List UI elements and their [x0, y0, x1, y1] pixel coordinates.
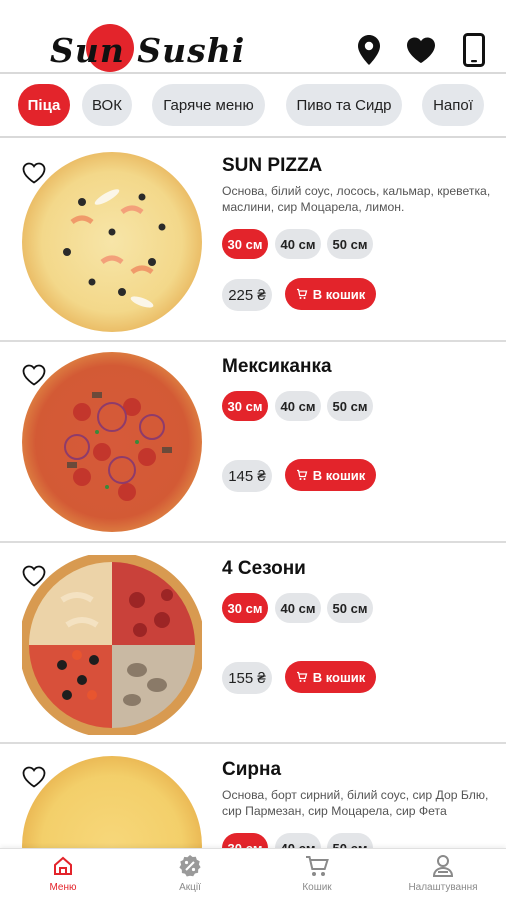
product-description: Основа, білий соус, лосось, кальмар, кре… — [222, 184, 491, 214]
product-card: Мексиканка 30 см 40 см 50 см 145 ₴ В кош… — [0, 342, 506, 543]
app-header: Sun Sushi — [0, 0, 506, 74]
bottom-navigation: Меню Акції Кошик Налаштування — [0, 848, 506, 900]
add-to-cart-button[interactable]: В кошик — [285, 278, 376, 310]
tab-pizza[interactable]: Піца — [18, 84, 70, 126]
heart-icon[interactable] — [405, 32, 437, 68]
nav-label: Налаштування — [408, 882, 478, 893]
add-to-cart-button[interactable]: В кошик — [285, 661, 376, 693]
size-option[interactable]: 50 см — [327, 593, 373, 623]
tab-drinks[interactable]: Напої — [422, 84, 484, 126]
nav-label: Кошик — [302, 882, 332, 893]
nav-settings[interactable]: Налаштування — [393, 853, 493, 899]
phone-icon[interactable] — [458, 32, 490, 68]
cart-icon — [304, 853, 330, 879]
location-pin-icon[interactable] — [353, 32, 385, 68]
nav-label: Акції — [179, 882, 201, 893]
cart-icon — [296, 469, 308, 480]
pizza-image[interactable] — [22, 152, 202, 332]
size-option[interactable]: 50 см — [327, 391, 373, 421]
nav-label: Меню — [49, 882, 77, 893]
add-to-cart-button[interactable]: В кошик — [285, 459, 376, 491]
size-option[interactable]: 50 см — [327, 229, 373, 259]
size-option[interactable]: 30 см — [222, 593, 268, 623]
product-name: Сирна — [222, 759, 282, 780]
cart-label: В кошик — [312, 467, 366, 483]
category-tabs: Піца ВОК Гаряче меню Пиво та Сидр Напої — [0, 76, 506, 138]
cart-label: В кошик — [312, 286, 366, 302]
product-price: 145 ₴ — [222, 460, 272, 492]
size-option[interactable]: 30 см — [222, 391, 268, 421]
cart-label: В кошик — [312, 669, 366, 685]
product-name: Мексиканка — [222, 356, 332, 377]
product-name: SUN PIZZA — [222, 155, 323, 176]
size-option[interactable]: 40 см — [275, 229, 321, 259]
user-settings-icon — [430, 853, 456, 879]
product-price: 155 ₴ — [222, 662, 272, 694]
product-card: Сирна Основа, борт сирний, білий соус, с… — [0, 744, 506, 900]
size-option[interactable]: 40 см — [275, 593, 321, 623]
size-option[interactable]: 30 см — [222, 229, 268, 259]
tab-beer-cider[interactable]: Пиво та Сидр — [286, 84, 402, 126]
cart-icon — [296, 288, 308, 299]
discount-badge-icon — [177, 853, 203, 879]
product-card: SUN PIZZA Основа, білий соус, лосось, ка… — [0, 140, 506, 342]
tab-wok[interactable]: ВОК — [82, 84, 132, 126]
product-description: Основа, борт сирний, білий соус, сир Дор… — [222, 788, 489, 818]
cart-icon — [296, 671, 308, 682]
pizza-image[interactable] — [22, 352, 202, 532]
product-card: 4 Сезони 30 см 40 см 50 см 155 ₴ В кошик — [0, 543, 506, 744]
product-price: 225 ₴ — [222, 279, 272, 311]
nav-promotions[interactable]: Акції — [140, 853, 240, 899]
logo-text: Sun Sushi — [50, 31, 246, 70]
home-icon — [50, 853, 76, 879]
nav-menu[interactable]: Меню — [13, 853, 113, 899]
tab-hot-menu[interactable]: Гаряче меню — [152, 84, 265, 126]
pizza-image[interactable] — [19, 552, 205, 738]
size-option[interactable]: 40 см — [275, 391, 321, 421]
favorite-heart-icon[interactable] — [22, 766, 46, 788]
nav-cart[interactable]: Кошик — [267, 853, 367, 899]
sun-sushi-logo[interactable]: Sun Sushi — [50, 24, 244, 75]
product-name: 4 Сезони — [222, 558, 306, 579]
